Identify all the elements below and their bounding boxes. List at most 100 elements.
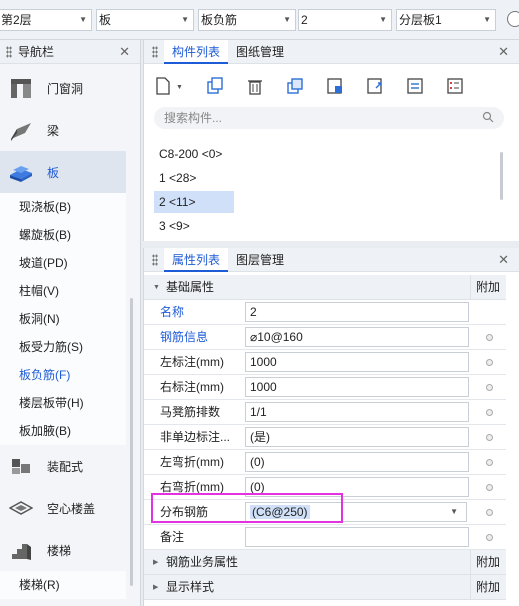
add-column-header: 附加 bbox=[476, 280, 501, 294]
property-row-remark: 备注 bbox=[144, 525, 506, 550]
nav-item-floor-slab-band[interactable]: 楼层板带(H) bbox=[0, 389, 126, 417]
property-value-input[interactable]: 1000 bbox=[245, 352, 469, 372]
list-item[interactable]: C8-200 <0> bbox=[154, 143, 274, 165]
close-icon[interactable]: ✕ bbox=[498, 252, 509, 268]
list-item[interactable]: 3 <9> bbox=[154, 215, 234, 237]
column-divider bbox=[470, 575, 471, 600]
add-checkbox-icon[interactable] bbox=[486, 484, 493, 491]
property-value-input[interactable]: (0) bbox=[245, 452, 469, 472]
copy-component-button[interactable] bbox=[204, 75, 226, 97]
collapse-triangle-icon: ▼ bbox=[153, 284, 160, 291]
tab-drawing-management[interactable]: 图纸管理 bbox=[228, 40, 292, 64]
add-checkbox-icon[interactable] bbox=[486, 509, 493, 516]
nav-item-slab-opening[interactable]: 板洞(N) bbox=[0, 305, 126, 333]
component-list-panel: 构件列表 图纸管理 ✕ ▼ 搜索构件... C8-200 <0> 1 <28> … bbox=[143, 39, 519, 241]
nav-category-label: 梁 bbox=[47, 123, 60, 138]
extract-icon bbox=[367, 78, 382, 94]
slab-icon bbox=[10, 166, 32, 182]
add-checkbox-icon[interactable] bbox=[486, 359, 493, 366]
property-value-input[interactable]: 1000 bbox=[245, 377, 469, 397]
property-sheet-icon bbox=[447, 78, 463, 94]
drag-handle-icon[interactable] bbox=[6, 45, 12, 58]
chevron-down-icon: ▼ bbox=[483, 15, 491, 24]
search-placeholder: 搜索构件... bbox=[164, 111, 223, 125]
list-view-button[interactable] bbox=[404, 75, 426, 97]
close-icon[interactable]: ✕ bbox=[498, 44, 509, 60]
close-icon[interactable]: ✕ bbox=[119, 44, 130, 60]
add-column-header: 附加 bbox=[476, 555, 501, 569]
copy-layer-button[interactable] bbox=[284, 75, 306, 97]
nav-item-column-cap[interactable]: 柱帽(V) bbox=[0, 277, 126, 305]
nav-category-slab[interactable]: 板 bbox=[0, 151, 126, 193]
nav-item-slab-negative-rebar[interactable]: 板负筋(F) bbox=[0, 361, 126, 389]
drag-handle-icon[interactable] bbox=[152, 253, 158, 266]
component-library-button[interactable] bbox=[324, 75, 346, 97]
category-select[interactable]: 板 ▼ bbox=[96, 9, 194, 31]
add-checkbox-icon[interactable] bbox=[486, 409, 493, 416]
property-value-input[interactable] bbox=[245, 527, 469, 547]
add-checkbox-icon[interactable] bbox=[486, 384, 493, 391]
property-panel: 属性列表 图层管理 ✕ ▼ 基础属性 附加 名称 2 钢筋信息 ⌀10@160 … bbox=[143, 247, 519, 606]
component-name-select-value: 2 bbox=[301, 13, 308, 27]
property-key: 钢筋信息 bbox=[160, 330, 209, 344]
prefab-icon bbox=[12, 459, 30, 474]
nav-category-beam[interactable]: 梁 bbox=[0, 109, 126, 151]
stairs-icon bbox=[12, 544, 31, 560]
floor-select[interactable]: 第2层 ▼ bbox=[0, 9, 92, 31]
section-rebar-business-properties[interactable]: ▶ 钢筋业务属性 附加 bbox=[144, 550, 506, 575]
expand-triangle-icon: ▶ bbox=[153, 559, 159, 566]
component-search-input[interactable]: 搜索构件... bbox=[154, 107, 504, 129]
new-component-button[interactable]: ▼ bbox=[152, 75, 186, 97]
tab-property-list[interactable]: 属性列表 bbox=[164, 247, 229, 272]
nav-category-door-window[interactable]: 门窗洞 bbox=[0, 67, 126, 109]
chevron-down-icon: ▼ bbox=[379, 15, 387, 24]
property-key: 左标注(mm) bbox=[160, 355, 224, 369]
list-item[interactable]: 1 <28> bbox=[154, 167, 234, 189]
nav-category-label: 板 bbox=[47, 165, 60, 180]
property-value-input[interactable]: 1/1 bbox=[245, 402, 469, 422]
nav-item-stair[interactable]: 楼梯(R) bbox=[0, 571, 126, 599]
component-name-select[interactable]: 2 ▼ bbox=[298, 9, 392, 31]
component-list-scrollbar[interactable] bbox=[500, 152, 503, 200]
nav-item-cast-slab[interactable]: 现浇板(B) bbox=[0, 193, 126, 221]
nav-category-label: 门窗洞 bbox=[47, 81, 84, 96]
radio-icon[interactable] bbox=[507, 11, 519, 27]
property-row-rebar-info: 钢筋信息 ⌀10@160 bbox=[144, 325, 506, 350]
add-checkbox-icon[interactable] bbox=[486, 434, 493, 441]
property-row-left-label: 左标注(mm) 1000 bbox=[144, 350, 506, 375]
property-value-input[interactable]: (是) bbox=[245, 427, 469, 447]
chevron-down-icon[interactable]: ▼ bbox=[450, 503, 458, 521]
drag-handle-icon[interactable] bbox=[152, 45, 158, 58]
property-value-input[interactable]: 2 bbox=[245, 302, 469, 322]
component-type-select[interactable]: 板负筋 ▼ bbox=[198, 9, 296, 31]
list-item-selected[interactable]: 2 <11> bbox=[154, 191, 234, 213]
tab-layer-management[interactable]: 图层管理 bbox=[228, 248, 292, 272]
nav-item-ramp[interactable]: 坡道(PD) bbox=[0, 249, 126, 277]
nav-category-stairs[interactable]: 楼梯 bbox=[0, 529, 126, 571]
nav-item-slab-main-rebar[interactable]: 板受力筋(S) bbox=[0, 333, 126, 361]
delete-component-button[interactable] bbox=[244, 75, 266, 97]
svg-text:▼: ▼ bbox=[176, 84, 183, 91]
nav-category-hollow-floor[interactable]: 空心楼盖 bbox=[0, 487, 126, 529]
add-checkbox-icon[interactable] bbox=[486, 534, 493, 541]
chevron-down-icon: ▼ bbox=[181, 15, 189, 24]
section-basic-properties[interactable]: ▼ 基础属性 附加 bbox=[144, 275, 506, 300]
nav-item-slab-haunch[interactable]: 板加腋(B) bbox=[0, 417, 126, 445]
property-panel-tabs: 属性列表 图层管理 ✕ bbox=[144, 247, 519, 272]
layer-select[interactable]: 分层板1 ▼ bbox=[396, 9, 496, 31]
add-checkbox-icon[interactable] bbox=[486, 334, 493, 341]
section-display-style[interactable]: ▶ 显示样式 附加 bbox=[144, 575, 506, 600]
floor-select-value: 第2层 bbox=[1, 13, 32, 27]
library-icon bbox=[327, 78, 342, 94]
nav-scrollbar[interactable] bbox=[130, 298, 133, 586]
add-checkbox-icon[interactable] bbox=[486, 459, 493, 466]
property-view-button[interactable] bbox=[444, 75, 466, 97]
top-toolbar: 第2层 ▼ 板 ▼ 板负筋 ▼ 2 ▼ 分层板1 ▼ bbox=[0, 0, 519, 40]
nav-category-label: 装配式 bbox=[47, 459, 84, 474]
property-value-input[interactable]: ⌀10@160 bbox=[245, 327, 469, 347]
tab-component-list[interactable]: 构件列表 bbox=[164, 39, 229, 64]
nav-item-spiral-slab[interactable]: 螺旋板(B) bbox=[0, 221, 126, 249]
property-row-non-single-side: 非单边标注... (是) bbox=[144, 425, 506, 450]
nav-category-prefab[interactable]: 装配式 bbox=[0, 445, 126, 487]
extract-component-button[interactable] bbox=[364, 75, 386, 97]
